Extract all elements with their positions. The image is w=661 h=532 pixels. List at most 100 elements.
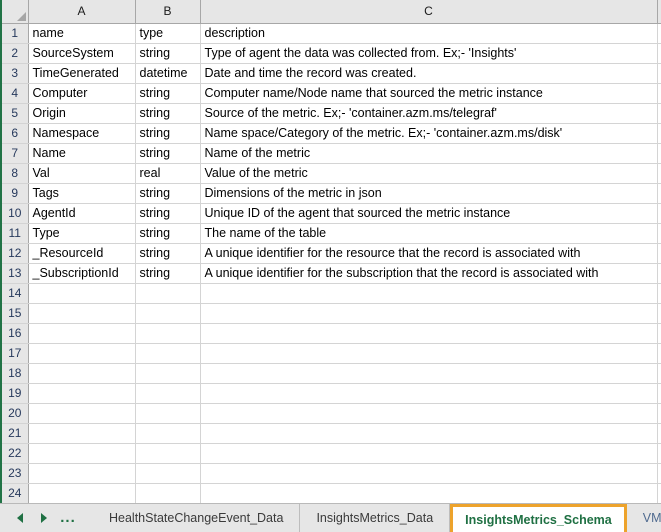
cell-B11[interactable]: string — [135, 223, 201, 244]
row-header[interactable]: 12 — [2, 243, 29, 264]
cell-D8[interactable] — [657, 163, 661, 184]
cell-B8[interactable]: real — [135, 163, 201, 184]
cell-A9[interactable]: Tags — [28, 183, 136, 204]
cell-D12[interactable] — [657, 243, 661, 264]
cell-C5[interactable]: Source of the metric. Ex;- 'container.az… — [200, 103, 658, 124]
cell-C18[interactable] — [200, 363, 658, 384]
cell-D24[interactable] — [657, 483, 661, 503]
cell-D11[interactable] — [657, 223, 661, 244]
column-header-a[interactable]: A — [28, 0, 136, 24]
row-header[interactable]: 24 — [2, 483, 29, 503]
cell-C21[interactable] — [200, 423, 658, 444]
row-header[interactable]: 18 — [2, 363, 29, 384]
row-header[interactable]: 21 — [2, 423, 29, 444]
cell-B1[interactable]: type — [135, 23, 201, 44]
cell-A4[interactable]: Computer — [28, 83, 136, 104]
cell-B23[interactable] — [135, 463, 201, 484]
cell-C23[interactable] — [200, 463, 658, 484]
cell-B16[interactable] — [135, 323, 201, 344]
cell-C22[interactable] — [200, 443, 658, 464]
cell-C10[interactable]: Unique ID of the agent that sourced the … — [200, 203, 658, 224]
cell-A13[interactable]: _SubscriptionId — [28, 263, 136, 284]
cell-D22[interactable] — [657, 443, 661, 464]
cell-D1[interactable] — [657, 23, 661, 44]
row-header[interactable]: 9 — [2, 183, 29, 204]
cell-A12[interactable]: _ResourceId — [28, 243, 136, 264]
cell-B14[interactable] — [135, 283, 201, 304]
cell-A2[interactable]: SourceSystem — [28, 43, 136, 64]
cell-A14[interactable] — [28, 283, 136, 304]
cell-A23[interactable] — [28, 463, 136, 484]
row-header[interactable]: 20 — [2, 403, 29, 424]
cell-B2[interactable]: string — [135, 43, 201, 64]
cell-A19[interactable] — [28, 383, 136, 404]
cell-B12[interactable]: string — [135, 243, 201, 264]
row-header[interactable]: 10 — [2, 203, 29, 224]
cell-A10[interactable]: AgentId — [28, 203, 136, 224]
cell-C11[interactable]: The name of the table — [200, 223, 658, 244]
row-header[interactable]: 2 — [2, 43, 29, 64]
cell-C9[interactable]: Dimensions of the metric in json — [200, 183, 658, 204]
cell-D20[interactable] — [657, 403, 661, 424]
cell-B22[interactable] — [135, 443, 201, 464]
row-header[interactable]: 16 — [2, 323, 29, 344]
cell-B5[interactable]: string — [135, 103, 201, 124]
cell-A6[interactable]: Namespace — [28, 123, 136, 144]
cell-C16[interactable] — [200, 323, 658, 344]
cell-D3[interactable] — [657, 63, 661, 84]
cell-B10[interactable]: string — [135, 203, 201, 224]
cell-B6[interactable]: string — [135, 123, 201, 144]
cell-A21[interactable] — [28, 423, 136, 444]
cell-D21[interactable] — [657, 423, 661, 444]
cell-C19[interactable] — [200, 383, 658, 404]
cell-D18[interactable] — [657, 363, 661, 384]
cell-D4[interactable] — [657, 83, 661, 104]
cell-D5[interactable] — [657, 103, 661, 124]
row-header[interactable]: 3 — [2, 63, 29, 84]
cell-B13[interactable]: string — [135, 263, 201, 284]
row-header[interactable]: 14 — [2, 283, 29, 304]
cell-C12[interactable]: A unique identifier for the resource tha… — [200, 243, 658, 264]
cell-A22[interactable] — [28, 443, 136, 464]
select-all-button[interactable] — [2, 0, 29, 24]
cell-A7[interactable]: Name — [28, 143, 136, 164]
cell-D23[interactable] — [657, 463, 661, 484]
row-header[interactable]: 22 — [2, 443, 29, 464]
cell-B21[interactable] — [135, 423, 201, 444]
cell-A1[interactable]: name — [28, 23, 136, 44]
cell-A3[interactable]: TimeGenerated — [28, 63, 136, 84]
cell-B20[interactable] — [135, 403, 201, 424]
row-header[interactable]: 13 — [2, 263, 29, 284]
row-header[interactable]: 11 — [2, 223, 29, 244]
cell-A20[interactable] — [28, 403, 136, 424]
cell-D2[interactable] — [657, 43, 661, 64]
cell-C6[interactable]: Name space/Category of the metric. Ex;- … — [200, 123, 658, 144]
cell-A18[interactable] — [28, 363, 136, 384]
row-header[interactable]: 7 — [2, 143, 29, 164]
cell-B3[interactable]: datetime — [135, 63, 201, 84]
cell-C17[interactable] — [200, 343, 658, 364]
column-header-d[interactable] — [657, 0, 661, 24]
cell-D19[interactable] — [657, 383, 661, 404]
sheet-tab-bar[interactable]: ... HealthStateChangeEvent_Data InsightsM… — [0, 503, 661, 532]
cell-C1[interactable]: description — [200, 23, 658, 44]
row-header[interactable]: 4 — [2, 83, 29, 104]
row-header[interactable]: 1 — [2, 23, 29, 44]
cell-A5[interactable]: Origin — [28, 103, 136, 124]
cell-C7[interactable]: Name of the metric — [200, 143, 658, 164]
cell-A15[interactable] — [28, 303, 136, 324]
cell-C3[interactable]: Date and time the record was created. — [200, 63, 658, 84]
row-header[interactable]: 23 — [2, 463, 29, 484]
cell-A16[interactable] — [28, 323, 136, 344]
cell-C8[interactable]: Value of the metric — [200, 163, 658, 184]
cell-C14[interactable] — [200, 283, 658, 304]
cell-C24[interactable] — [200, 483, 658, 503]
cell-D15[interactable] — [657, 303, 661, 324]
row-header[interactable]: 17 — [2, 343, 29, 364]
cell-B15[interactable] — [135, 303, 201, 324]
spreadsheet-grid-area[interactable]: A B C 1 name type description 2 SourceSystem s… — [0, 0, 661, 503]
cell-B4[interactable]: string — [135, 83, 201, 104]
column-header-c[interactable]: C — [200, 0, 658, 24]
cell-D16[interactable] — [657, 323, 661, 344]
sheet-tab-healthstatechangeevent-data[interactable]: HealthStateChangeEvent_Data — [93, 504, 301, 532]
